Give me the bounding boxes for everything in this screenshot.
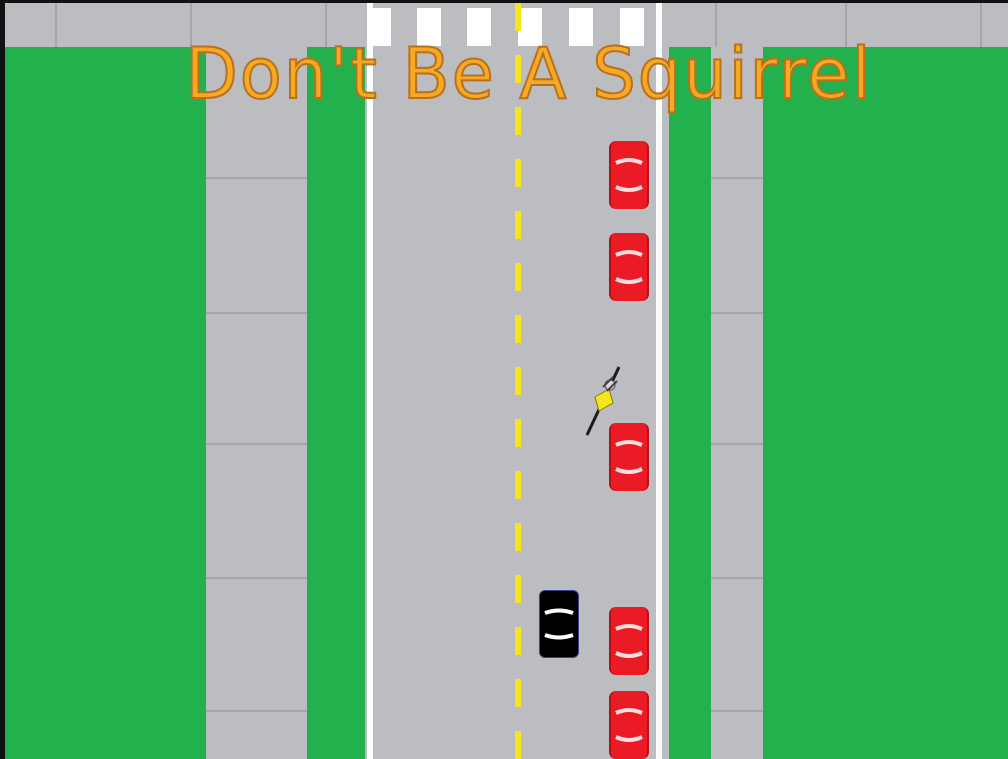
center-line-dash bbox=[515, 263, 521, 291]
slab-joint bbox=[206, 312, 307, 314]
moving-car bbox=[539, 590, 579, 658]
slab-joint bbox=[206, 710, 307, 712]
slab-joint bbox=[711, 710, 763, 712]
slab-joint bbox=[55, 3, 57, 47]
center-line-dash bbox=[515, 523, 521, 551]
right-sidewalk bbox=[711, 47, 763, 759]
center-line-dash bbox=[515, 419, 521, 447]
slab-joint bbox=[206, 443, 307, 445]
parked-car bbox=[609, 607, 649, 675]
parked-car bbox=[609, 691, 649, 759]
game-title: Don't Be A Squirrel bbox=[184, 32, 873, 116]
center-line-dash bbox=[515, 159, 521, 187]
center-line-dash bbox=[515, 211, 521, 239]
left-sidewalk bbox=[206, 47, 307, 759]
car-windows-icon bbox=[615, 158, 643, 192]
slab-joint bbox=[980, 3, 982, 47]
center-line-dash bbox=[515, 575, 521, 603]
car-windows-icon bbox=[615, 250, 643, 284]
slab-joint bbox=[711, 312, 763, 314]
car-windows-icon bbox=[615, 624, 643, 658]
car-windows-icon bbox=[615, 708, 643, 742]
car-windows-icon bbox=[544, 608, 574, 640]
parked-car bbox=[609, 233, 649, 301]
slab-joint bbox=[206, 177, 307, 179]
center-line-dash bbox=[515, 367, 521, 395]
slab-joint bbox=[711, 443, 763, 445]
center-line-dash bbox=[515, 471, 521, 499]
center-line-dash bbox=[515, 3, 521, 31]
center-line-dash bbox=[515, 679, 521, 707]
parked-car bbox=[609, 141, 649, 209]
center-line-dash bbox=[515, 731, 521, 759]
slab-joint bbox=[711, 177, 763, 179]
slab-joint bbox=[206, 577, 307, 579]
center-line-dash bbox=[515, 627, 521, 655]
cyclist-icon[interactable] bbox=[583, 365, 623, 437]
slab-joint bbox=[711, 577, 763, 579]
center-line-dash bbox=[515, 315, 521, 343]
game-scene[interactable]: Don't Be A Squirrel bbox=[0, 0, 1008, 759]
